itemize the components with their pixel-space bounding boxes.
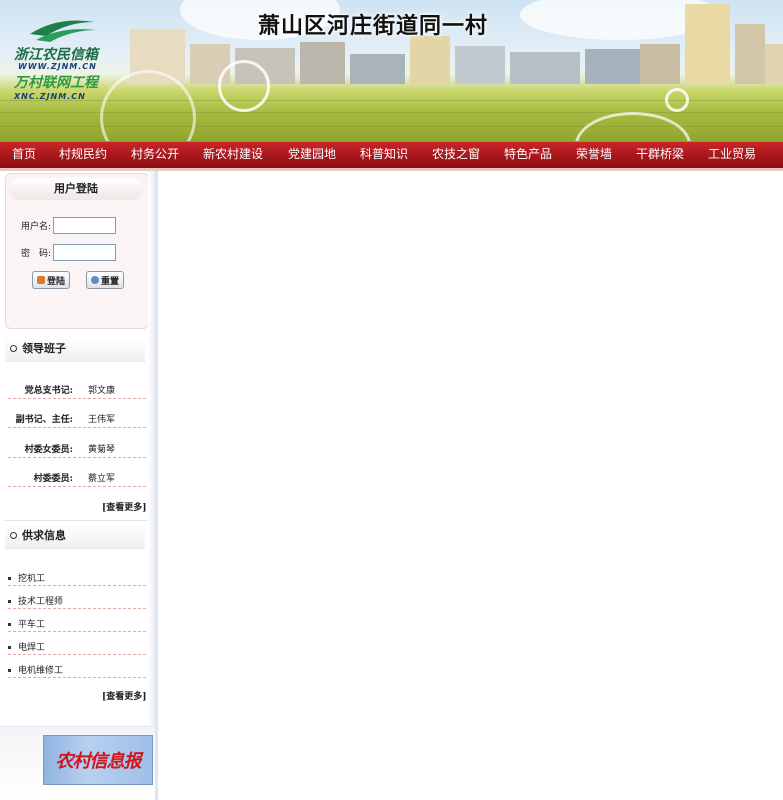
password-input[interactable] bbox=[53, 244, 116, 261]
leader-name: 黄菊琴 bbox=[88, 445, 116, 455]
bullet-icon bbox=[8, 646, 11, 649]
main-nav: 首页 村规民约 村务公开 新农村建设 党建园地 科普知识 农技之窗 特色产品 荣… bbox=[0, 141, 783, 169]
login-panel: 用户登陆 用户名: 密 码: 登陆 重置 bbox=[5, 173, 149, 329]
logo-url: WWW.ZJNM.CN bbox=[18, 62, 97, 71]
nav-item-cadre-bridge[interactable]: 干群桥梁 bbox=[636, 145, 684, 162]
row-divider bbox=[8, 398, 146, 399]
reset-icon bbox=[90, 276, 99, 284]
logo-text-project: 万村联网工程 bbox=[14, 75, 98, 91]
building-decoration bbox=[765, 44, 783, 84]
reset-button-label: 重置 bbox=[100, 276, 119, 287]
row-divider bbox=[8, 457, 146, 458]
row-divider bbox=[8, 486, 146, 487]
village-title: 萧山区河庄街道同一村 bbox=[258, 14, 489, 39]
ring-decoration bbox=[575, 112, 691, 142]
bullet-icon bbox=[8, 577, 11, 580]
building-decoration bbox=[510, 52, 580, 84]
leader-name: 郭文康 bbox=[88, 386, 116, 396]
list-item[interactable]: 电机维修工 bbox=[8, 663, 146, 676]
nav-item-specialty-products[interactable]: 特色产品 bbox=[504, 145, 552, 162]
leaders-title-text: 领导班子 bbox=[22, 342, 66, 355]
nav-item-home[interactable]: 首页 bbox=[12, 145, 36, 162]
building-decoration bbox=[685, 4, 730, 84]
newspaper-banner-link[interactable]: 农村信息报 bbox=[43, 735, 153, 785]
list-item-label: 平车工 bbox=[18, 620, 46, 630]
nav-item-village-rules[interactable]: 村规民约 bbox=[59, 145, 107, 162]
reset-button[interactable]: 重置 bbox=[86, 271, 124, 289]
supply-section-title: 供求信息 bbox=[5, 524, 145, 549]
zjnm-logo[interactable]: 浙江农民信箱 WWW.ZJNM.CN 万村联网工程 XNC.ZJNM.CN bbox=[6, 14, 116, 102]
password-label: 密 码: bbox=[21, 249, 52, 259]
bullet-icon bbox=[8, 669, 11, 672]
nav-item-village-affairs[interactable]: 村务公开 bbox=[131, 145, 179, 162]
newspaper-label: 农村信息报 bbox=[55, 751, 142, 772]
list-item-label: 电焊工 bbox=[18, 643, 46, 653]
sidebar-edge bbox=[148, 171, 155, 726]
building-decoration bbox=[410, 36, 450, 84]
ring-decoration bbox=[218, 60, 270, 112]
row-divider bbox=[8, 677, 146, 678]
leader-title: 副书记、主任: bbox=[15, 415, 73, 425]
logo-url-secondary: XNC.ZJNM.CN bbox=[14, 92, 86, 101]
username-input[interactable] bbox=[53, 217, 116, 234]
login-title: 用户登陆 bbox=[11, 178, 141, 200]
building-decoration bbox=[640, 44, 680, 84]
list-item-label: 电机维修工 bbox=[18, 666, 64, 676]
row-divider bbox=[8, 654, 146, 655]
nav-item-agri-tech[interactable]: 农技之窗 bbox=[432, 145, 480, 162]
list-item-label: 技术工程师 bbox=[18, 597, 64, 607]
newspaper-panel: 农村信息报 bbox=[0, 726, 155, 797]
leaders-section-title: 领导班子 bbox=[5, 337, 145, 362]
header-banner: 萧山区河庄街道同一村 浙江农民信箱 WWW.ZJNM.CN 万村联网工程 XNC… bbox=[0, 0, 783, 142]
leaders-more-link[interactable]: [查看更多] bbox=[102, 500, 147, 513]
leader-title: 村委委员: bbox=[33, 474, 73, 484]
supply-title-text: 供求信息 bbox=[22, 529, 66, 542]
login-button-label: 登陆 bbox=[46, 276, 65, 287]
list-item[interactable]: 平车工 bbox=[8, 617, 146, 630]
row-divider bbox=[8, 585, 146, 586]
nav-item-science[interactable]: 科普知识 bbox=[360, 145, 408, 162]
nav-item-honor-wall[interactable]: 荣誉墙 bbox=[576, 145, 612, 162]
leader-title: 党总支书记: bbox=[24, 386, 73, 396]
swoosh-logo-icon bbox=[30, 20, 96, 42]
building-decoration bbox=[300, 42, 345, 84]
supply-more-link[interactable]: [查看更多] bbox=[102, 689, 147, 702]
leader-title: 村委女委员: bbox=[24, 445, 73, 455]
logo-text-cn: 浙江农民信箱 bbox=[14, 47, 98, 63]
circle-bullet-icon bbox=[10, 345, 17, 352]
section-divider bbox=[5, 520, 147, 521]
login-button[interactable]: 登陆 bbox=[32, 271, 70, 289]
building-decoration bbox=[585, 49, 640, 84]
building-decoration bbox=[455, 46, 505, 84]
nav-item-party-building[interactable]: 党建园地 bbox=[288, 145, 336, 162]
list-item[interactable]: 电焊工 bbox=[8, 640, 146, 653]
bullet-icon bbox=[8, 623, 11, 626]
row-divider bbox=[8, 631, 146, 632]
nav-item-new-countryside[interactable]: 新农村建设 bbox=[203, 145, 263, 162]
list-item[interactable]: 技术工程师 bbox=[8, 594, 146, 607]
row-divider bbox=[8, 608, 146, 609]
list-item-label: 挖机工 bbox=[18, 574, 46, 584]
left-sidebar: 用户登陆 用户名: 密 码: 登陆 重置 领导班子 党总支书记: 郭文康 副书记… bbox=[0, 171, 158, 800]
username-label: 用户名: bbox=[21, 222, 52, 232]
list-item[interactable]: 挖机工 bbox=[8, 571, 146, 584]
leader-name: 蔡立军 bbox=[88, 474, 116, 484]
building-decoration bbox=[350, 54, 405, 84]
row-divider bbox=[8, 427, 146, 428]
building-decoration bbox=[735, 24, 765, 84]
bullet-icon bbox=[8, 600, 11, 603]
main-content bbox=[158, 171, 783, 800]
nav-item-industry-trade[interactable]: 工业贸易 bbox=[708, 145, 756, 162]
circle-bullet-icon bbox=[10, 532, 17, 539]
ring-decoration bbox=[665, 88, 689, 112]
key-icon bbox=[36, 276, 45, 284]
leader-name: 王伟军 bbox=[88, 415, 116, 425]
